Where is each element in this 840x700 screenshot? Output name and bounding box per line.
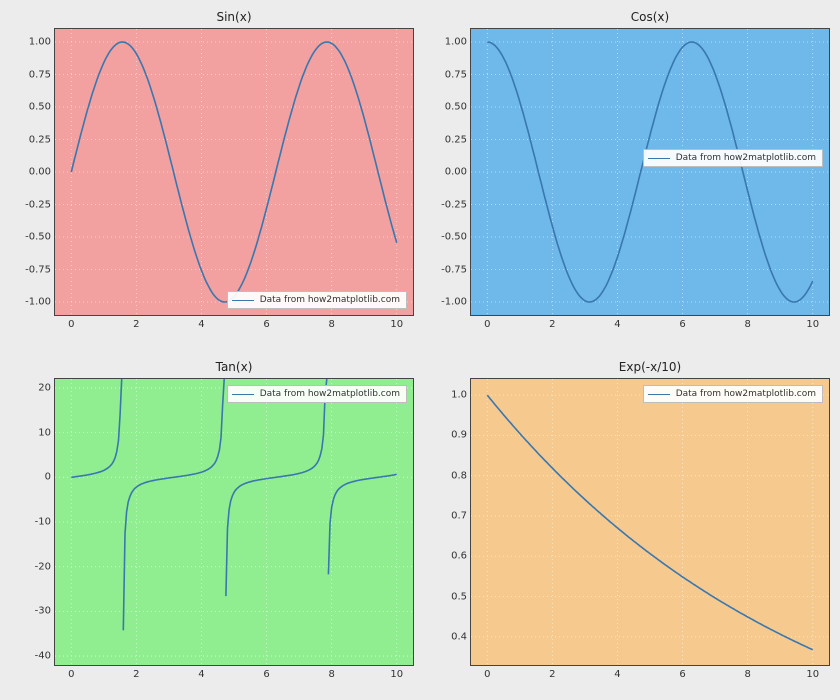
title-cos: Cos(x) [470,10,830,24]
ytick: -0.25 [25,199,51,210]
legend-swatch-icon [648,158,670,159]
ytick: -0.50 [25,232,51,243]
plot-cos: Data from how2matplotlib.com 0246810-1.0… [470,28,830,316]
xtick: 0 [484,669,490,680]
xtick: 0 [68,319,74,330]
legend-label: Data from how2matplotlib.com [260,295,400,305]
ytick: -1.00 [441,297,467,308]
xtick: 10 [390,669,403,680]
ytick: 1.0 [451,390,467,401]
xtick: 8 [744,319,750,330]
xtick: 8 [744,669,750,680]
ytick: 0.25 [29,134,51,145]
plot-tan: Data from how2matplotlib.com 0246810-40-… [54,378,414,666]
ytick: 0.50 [29,102,51,113]
panel-cos: Cos(x) Data from how2matplotlib.com 0246… [470,28,830,316]
ytick: 0.7 [451,510,467,521]
xtick: 10 [806,319,819,330]
legend-swatch-icon [648,394,670,395]
xtick: 8 [328,669,334,680]
ytick: 1.00 [29,37,51,48]
xtick: 6 [263,669,269,680]
ytick: 0.6 [451,551,467,562]
xtick: 2 [549,319,555,330]
xtick: 4 [198,669,204,680]
xtick: 2 [549,669,555,680]
ytick: -0.25 [441,199,467,210]
ytick: 0.9 [451,430,467,441]
xtick: 0 [484,319,490,330]
ytick: 20 [38,382,51,393]
legend-exp: Data from how2matplotlib.com [643,385,823,403]
ytick: -0.50 [441,232,467,243]
ytick: 0.00 [445,167,467,178]
xtick: 6 [679,319,685,330]
xtick: 2 [133,669,139,680]
title-sin: Sin(x) [54,10,414,24]
legend-cos: Data from how2matplotlib.com [643,149,823,167]
ytick: 0.5 [451,591,467,602]
legend-tan: Data from how2matplotlib.com [227,385,407,403]
ytick: -20 [35,561,51,572]
xtick: 4 [614,669,620,680]
plot-exp: Data from how2matplotlib.com 02468100.40… [470,378,830,666]
series-sin [55,29,413,315]
ytick: 10 [38,427,51,438]
ytick: -0.75 [25,264,51,275]
ytick: 0.25 [445,134,467,145]
title-tan: Tan(x) [54,360,414,374]
ytick: -0.75 [441,264,467,275]
title-exp: Exp(-x/10) [470,360,830,374]
ytick: 0.4 [451,631,467,642]
xtick: 4 [198,319,204,330]
plot-sin: Data from how2matplotlib.com 0246810-1.0… [54,28,414,316]
legend-label: Data from how2matplotlib.com [676,153,816,163]
series-cos [471,29,829,315]
xtick: 8 [328,319,334,330]
ytick: -30 [35,606,51,617]
legend-swatch-icon [232,300,254,301]
ytick: 0.75 [445,69,467,80]
ytick: 0.8 [451,470,467,481]
ytick: -10 [35,517,51,528]
ytick: -40 [35,651,51,662]
legend-swatch-icon [232,394,254,395]
ytick: 0 [45,472,51,483]
xtick: 6 [263,319,269,330]
xtick: 2 [133,319,139,330]
figure: Sin(x) Data from how2matplotlib.com 0246… [0,0,840,700]
xtick: 0 [68,669,74,680]
series-exp [471,379,829,665]
panel-sin: Sin(x) Data from how2matplotlib.com 0246… [54,28,414,316]
ytick: 1.00 [445,37,467,48]
legend-sin: Data from how2matplotlib.com [227,291,407,309]
legend-label: Data from how2matplotlib.com [676,389,816,399]
ytick: 0.00 [29,167,51,178]
panel-tan: Tan(x) Data from how2matplotlib.com 0246… [54,378,414,666]
ytick: -1.00 [25,297,51,308]
legend-label: Data from how2matplotlib.com [260,389,400,399]
xtick: 10 [390,319,403,330]
xtick: 6 [679,669,685,680]
ytick: 0.50 [445,102,467,113]
panel-exp: Exp(-x/10) Data from how2matplotlib.com … [470,378,830,666]
series-tan [55,379,413,665]
xtick: 10 [806,669,819,680]
ytick: 0.75 [29,69,51,80]
xtick: 4 [614,319,620,330]
